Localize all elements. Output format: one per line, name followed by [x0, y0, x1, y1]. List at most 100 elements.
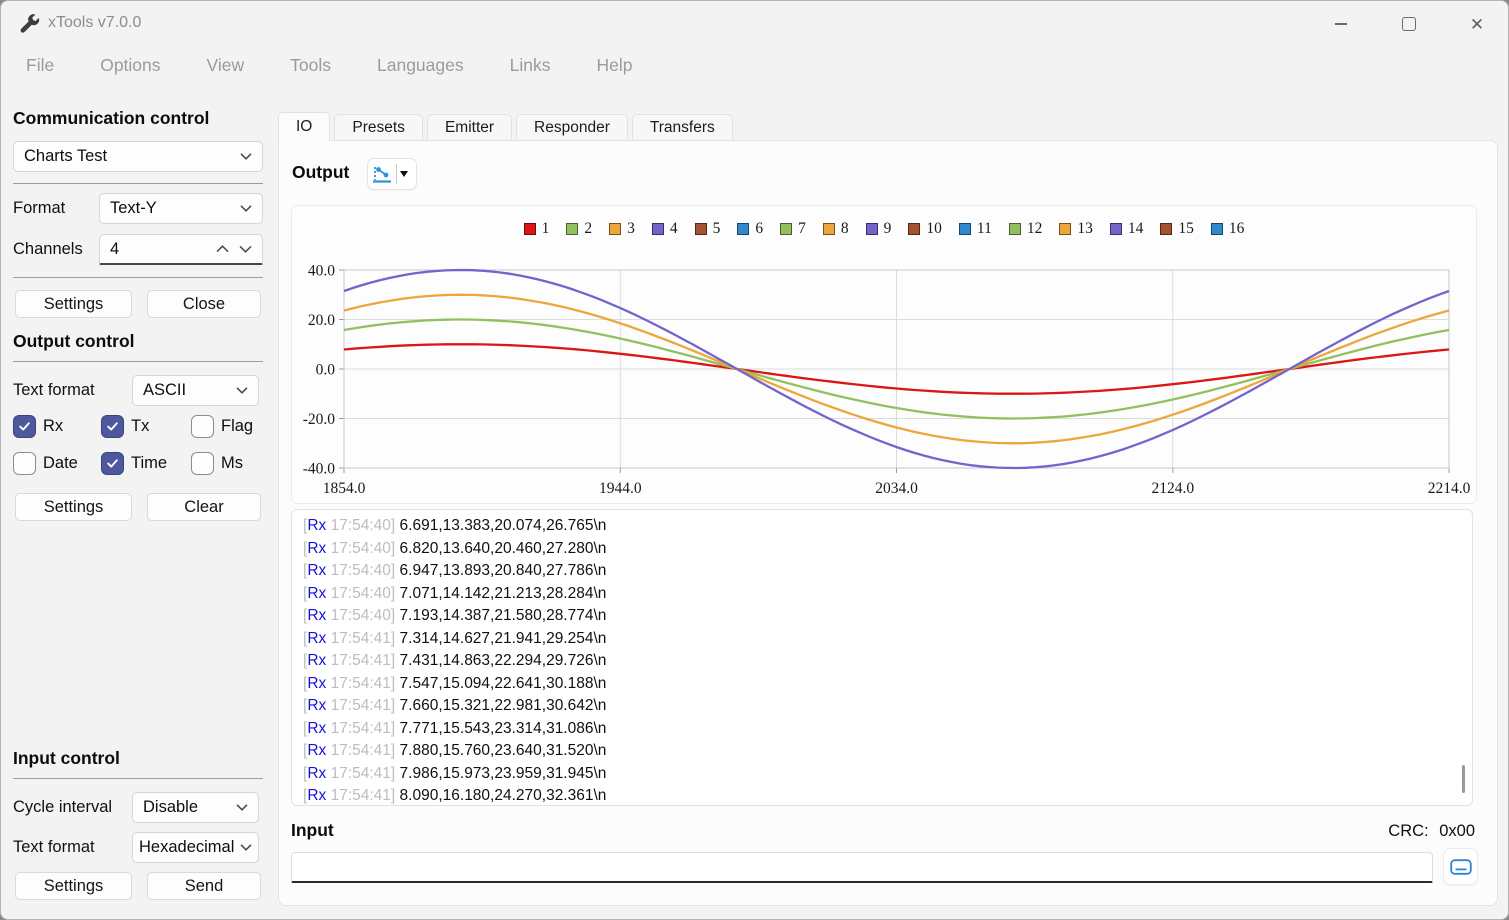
legend-label: 5: [713, 220, 721, 238]
minimize-icon: [1335, 23, 1347, 25]
log-line: [Rx 17:54:41] 7.880,15.760,23.640,31.520…: [303, 740, 1472, 763]
tab-io[interactable]: IO: [278, 112, 330, 141]
menu-bar: File Options View Tools Languages Links Help: [26, 55, 632, 76]
checkbox-rx[interactable]: Rx: [13, 415, 101, 438]
tab-bar: IOPresetsEmitterResponderTransfers: [278, 112, 733, 141]
checkbox-label: Ms: [221, 454, 243, 473]
comm-settings-button[interactable]: Settings: [15, 290, 132, 318]
tab-presets[interactable]: Presets: [334, 114, 423, 141]
svg-text:-20.0: -20.0: [303, 411, 336, 428]
log-line: [Rx 17:54:40] 7.071,14.142,21.213,28.284…: [303, 583, 1472, 606]
legend-swatch: [737, 223, 749, 235]
legend-item-5[interactable]: 5: [695, 220, 721, 238]
send-input-field[interactable]: [291, 852, 1433, 883]
menu-item-tools[interactable]: Tools: [290, 55, 331, 76]
menu-item-options[interactable]: Options: [100, 55, 160, 76]
checked-icon: [101, 415, 124, 438]
checkbox-date[interactable]: Date: [13, 452, 101, 475]
log-scrollbar[interactable]: [1462, 765, 1465, 793]
log-line: [Rx 17:54:41] 7.660,15.321,22.981,30.642…: [303, 695, 1472, 718]
legend-item-7[interactable]: 7: [780, 220, 806, 238]
legend-item-3[interactable]: 3: [609, 220, 635, 238]
input-send-button[interactable]: Send: [147, 872, 261, 900]
device-select[interactable]: Charts Test: [13, 141, 263, 172]
svg-text:-40.0: -40.0: [303, 461, 336, 478]
maximize-button[interactable]: [1392, 9, 1426, 39]
checkbox-row-1: Rx Tx Flag: [13, 415, 253, 438]
legend-swatch: [908, 223, 920, 235]
input-text-format-select[interactable]: Hexadecimal: [132, 832, 259, 863]
cycle-interval-select[interactable]: Disable: [132, 792, 259, 823]
channels-label: Channels: [13, 234, 83, 265]
log-line: [Rx 17:54:40] 6.947,13.893,20.840,27.786…: [303, 560, 1472, 583]
legend-item-13[interactable]: 13: [1059, 220, 1093, 238]
input-text-format-value: Hexadecimal: [139, 838, 234, 857]
chart-type-button[interactable]: [367, 158, 417, 190]
menu-item-view[interactable]: View: [207, 55, 245, 76]
legend-item-6[interactable]: 6: [737, 220, 763, 238]
menu-item-languages[interactable]: Languages: [377, 55, 464, 76]
legend-item-2[interactable]: 2: [566, 220, 592, 238]
menu-item-help[interactable]: Help: [596, 55, 632, 76]
device-select-value: Charts Test: [24, 147, 107, 166]
chevron-up-icon[interactable]: [216, 245, 229, 253]
legend-item-16[interactable]: 16: [1211, 220, 1245, 238]
output-log[interactable]: [Rx 17:54:40] 6.691,13.383,20.074,26.765…: [291, 509, 1473, 806]
legend-item-9[interactable]: 9: [866, 220, 892, 238]
format-select[interactable]: Text-Y: [99, 193, 263, 224]
legend-item-10[interactable]: 10: [908, 220, 942, 238]
comm-close-button[interactable]: Close: [147, 290, 261, 318]
input-section-label: Input: [291, 820, 334, 841]
unchecked-box: [13, 452, 36, 475]
log-lines: [Rx 17:54:40] 6.691,13.383,20.074,26.765…: [303, 515, 1472, 806]
close-button[interactable]: ✕: [1460, 9, 1494, 39]
legend-item-8[interactable]: 8: [823, 220, 849, 238]
minimize-button[interactable]: [1324, 9, 1358, 39]
unchecked-box: [191, 452, 214, 475]
checkbox-ms[interactable]: Ms: [191, 452, 243, 475]
channels-spinner[interactable]: 4: [99, 234, 263, 265]
tab-emitter[interactable]: Emitter: [427, 114, 512, 141]
input-format-button[interactable]: [1443, 848, 1478, 885]
tab-transfers[interactable]: Transfers: [632, 114, 733, 141]
legend-item-12[interactable]: 12: [1009, 220, 1043, 238]
chart-plot: 40.020.00.0-20.0-40.01854.01944.02034.02…: [292, 206, 1476, 503]
legend-item-1[interactable]: 1: [524, 220, 550, 238]
legend-label: 4: [670, 220, 678, 238]
keyboard-icon: [1450, 859, 1472, 875]
crc-label: CRC:: [1388, 822, 1428, 840]
unchecked-box: [191, 415, 214, 438]
legend-item-11[interactable]: 11: [959, 220, 992, 238]
legend-swatch: [695, 223, 707, 235]
legend-label: 12: [1027, 220, 1043, 238]
input-settings-button[interactable]: Settings: [15, 872, 132, 900]
cycle-interval-value: Disable: [143, 798, 198, 817]
menu-item-file[interactable]: File: [26, 55, 54, 76]
checkbox-label: Tx: [131, 417, 149, 436]
legend-item-4[interactable]: 4: [652, 220, 678, 238]
close-icon: ✕: [1470, 16, 1484, 33]
communication-control-heading: Communication control: [13, 108, 209, 129]
output-text-format-select[interactable]: ASCII: [132, 375, 259, 406]
divider: [13, 277, 263, 278]
checkbox-label: Rx: [43, 417, 63, 436]
tab-responder[interactable]: Responder: [516, 114, 628, 141]
chevron-down-icon: [240, 844, 252, 851]
chevron-down-icon: [236, 387, 248, 394]
output-clear-button[interactable]: Clear: [147, 493, 261, 521]
legend-item-14[interactable]: 14: [1110, 220, 1144, 238]
checked-icon: [13, 415, 36, 438]
chevron-down-icon[interactable]: [239, 245, 252, 253]
checkbox-time[interactable]: Time: [101, 452, 191, 475]
legend-swatch: [1110, 223, 1122, 235]
output-settings-button[interactable]: Settings: [15, 493, 132, 521]
log-line: [Rx 17:54:41] 8.090,16.180,24.270,32.361…: [303, 785, 1472, 806]
title-bar[interactable]: xTools v7.0.0 ✕: [1, 1, 1508, 47]
legend-item-15[interactable]: 15: [1160, 220, 1194, 238]
output-control-heading: Output control: [13, 331, 135, 352]
checkbox-flag[interactable]: Flag: [191, 415, 253, 438]
legend-label: 7: [798, 220, 806, 238]
menu-item-links[interactable]: Links: [510, 55, 551, 76]
input-control-heading: Input control: [13, 748, 120, 769]
checkbox-tx[interactable]: Tx: [101, 415, 191, 438]
